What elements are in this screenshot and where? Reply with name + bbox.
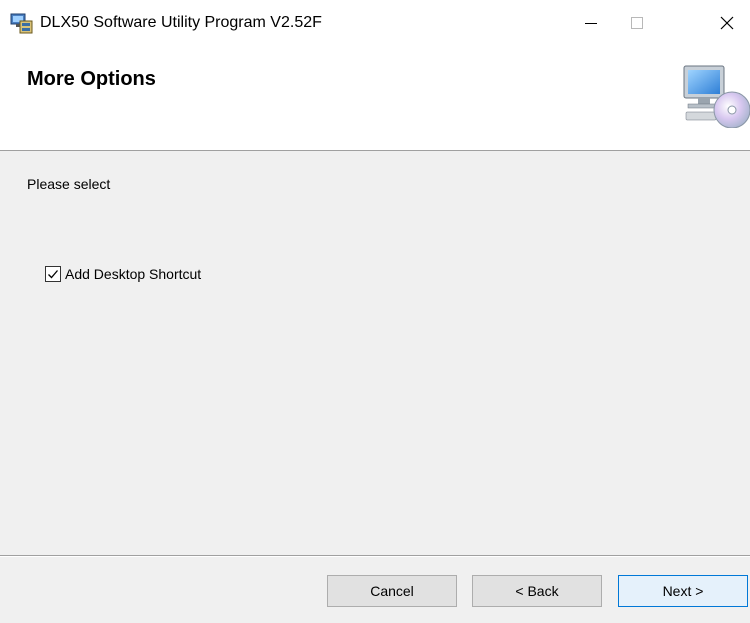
desktop-shortcut-option[interactable]: Add Desktop Shortcut xyxy=(45,266,201,282)
maximize-icon xyxy=(631,17,643,29)
checkmark-icon xyxy=(48,270,58,279)
header-banner: More Options xyxy=(0,46,750,151)
installer-app-icon[interactable] xyxy=(10,12,34,34)
computer-with-disc-icon xyxy=(682,64,750,129)
minimize-icon xyxy=(585,23,597,24)
desktop-shortcut-checkbox[interactable] xyxy=(45,266,61,282)
select-prompt: Please select xyxy=(27,176,111,192)
installer-window: DLX50 Software Utility Program V2.52F Mo… xyxy=(0,0,750,623)
next-button[interactable]: Next > xyxy=(618,575,748,607)
title-bar[interactable]: DLX50 Software Utility Program V2.52F xyxy=(0,0,750,46)
desktop-shortcut-label[interactable]: Add Desktop Shortcut xyxy=(65,266,201,282)
close-icon xyxy=(720,16,734,30)
window-title: DLX50 Software Utility Program V2.52F xyxy=(40,14,322,31)
footer-divider xyxy=(0,555,750,557)
maximize-button[interactable] xyxy=(614,0,660,46)
close-button[interactable] xyxy=(704,0,750,46)
back-button[interactable]: < Back xyxy=(472,575,602,607)
cancel-button[interactable]: Cancel xyxy=(327,575,457,607)
page-title: More Options xyxy=(27,68,156,90)
minimize-button[interactable] xyxy=(568,0,614,46)
